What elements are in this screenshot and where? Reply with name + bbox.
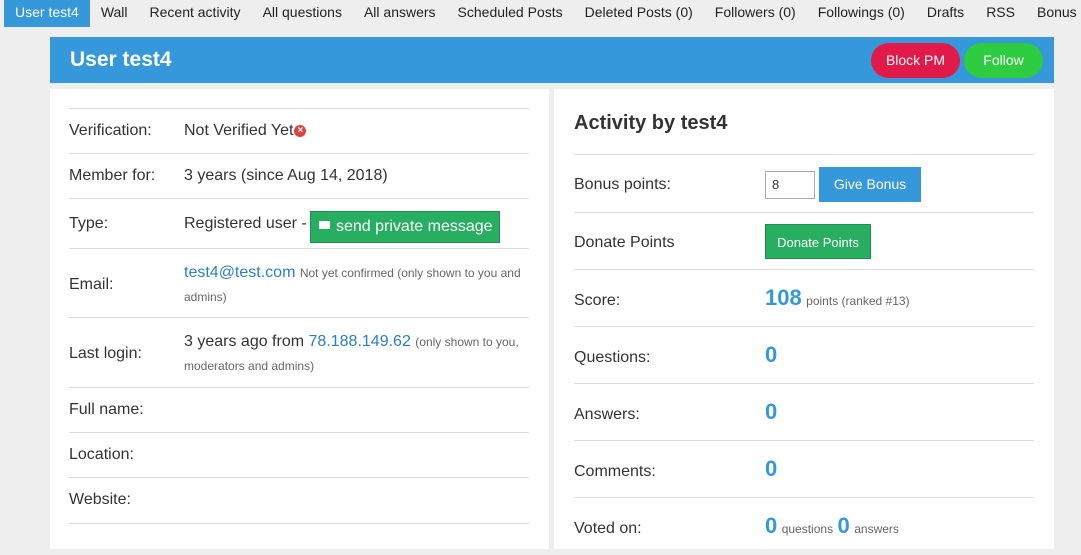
location-row: Location: [69,432,529,478]
member-row: Member for: 3 years (since Aug 14, 2018) [69,153,529,199]
login-ip-link[interactable]: 78.188.149.62 [309,333,411,350]
comments-row: Comments: 0 [574,440,1034,498]
type-label: Type: [69,215,109,232]
profile-details-panel: Verification: Not Verified Yet × Member f… [50,89,549,549]
donate-points-row: Donate Points Donate Points [574,212,1034,270]
tab-all-answers[interactable]: All answers [353,0,447,27]
tab-wall[interactable]: Wall [90,0,139,27]
questions-row: Questions: 0 [574,326,1034,384]
type-value: Registered user - send private message [184,211,529,243]
tab-followings[interactable]: Followings (0) [807,0,916,27]
website-row: Website: [69,477,529,524]
comments-label: Comments: [574,463,656,480]
comments-value: 0 [765,456,778,481]
activity-title: Activity by test4 [574,112,728,134]
questions-value: 0 [765,342,778,367]
send-private-message-button[interactable]: send private message [310,211,500,243]
answers-value: 0 [765,399,778,424]
verification-label: Verification: [69,122,152,139]
bonus-points-label: Bonus points: [574,176,671,193]
email-label: Email: [69,276,114,293]
tab-recent-activity[interactable]: Recent activity [139,0,252,27]
tab-followers[interactable]: Followers (0) [704,0,807,27]
activity-panel: Activity by test4 Bonus points: 8 Give B… [554,89,1054,549]
voted-on-row: Voted on: 0 questions 0 answers [574,497,1034,555]
email-row: Email: test4@test.com Not yet confirmed … [69,248,529,318]
last-login-row: Last login: 3 years ago from 78.188.149.… [69,317,529,388]
tab-all-questions[interactable]: All questions [252,0,353,27]
verification-value: Not Verified Yet × [184,119,529,143]
questions-label: Questions: [574,349,651,366]
bonus-points-input[interactable]: 8 [765,171,815,199]
profile-nav: User test4 Wall Recent activity All questio… [0,0,1081,27]
verification-row: Verification: Not Verified Yet × [69,108,529,154]
tab-drafts[interactable]: Drafts [916,0,975,27]
website-label: Website: [69,491,131,508]
last-login-label: Last login: [69,345,142,362]
tab-scheduled-posts[interactable]: Scheduled Posts [447,0,574,27]
score-row: Score: 108 points (ranked #13) [574,269,1034,327]
bonus-points-row: Bonus points: 8 Give Bonus [574,154,1034,213]
give-bonus-button[interactable]: Give Bonus [819,167,921,202]
last-login-value: 3 years ago from 78.188.149.62 (only sho… [184,333,519,373]
answers-row: Answers: 0 [574,383,1034,441]
tab-user[interactable]: User test4 [4,0,90,27]
voted-on-label: Voted on: [574,520,642,537]
member-value: 3 years (since Aug 14, 2018) [184,167,388,184]
tab-deleted-posts[interactable]: Deleted Posts (0) [574,0,704,27]
voted-on-value: 0 questions 0 answers [765,513,899,538]
envelope-icon [319,220,330,229]
location-label: Location: [69,446,134,463]
member-label: Member for: [69,167,156,184]
page-title: User test4 [70,48,172,71]
not-verified-icon: × [294,124,307,137]
email-link[interactable]: test4@test.com [184,264,295,281]
donate-points-label: Donate Points [574,234,675,251]
tab-rss[interactable]: RSS [975,0,1026,27]
follow-button[interactable]: Follow [964,43,1043,78]
block-pm-button[interactable]: Block PM [871,43,960,78]
tab-bonus-records[interactable]: Bonus Records [1026,0,1081,27]
email-value: test4@test.com Not yet confirmed (only s… [184,261,529,309]
donate-points-button[interactable]: Donate Points [765,224,871,259]
profile-header: User test4 Block PM Follow [50,37,1054,83]
full-name-label: Full name: [69,401,144,418]
score-value: 108 points (ranked #13) [765,285,910,310]
score-label: Score: [574,292,621,309]
answers-label: Answers: [574,406,640,423]
full-name-row: Full name: [69,387,529,433]
type-row: Type: Registered user - send private mes… [69,198,529,249]
